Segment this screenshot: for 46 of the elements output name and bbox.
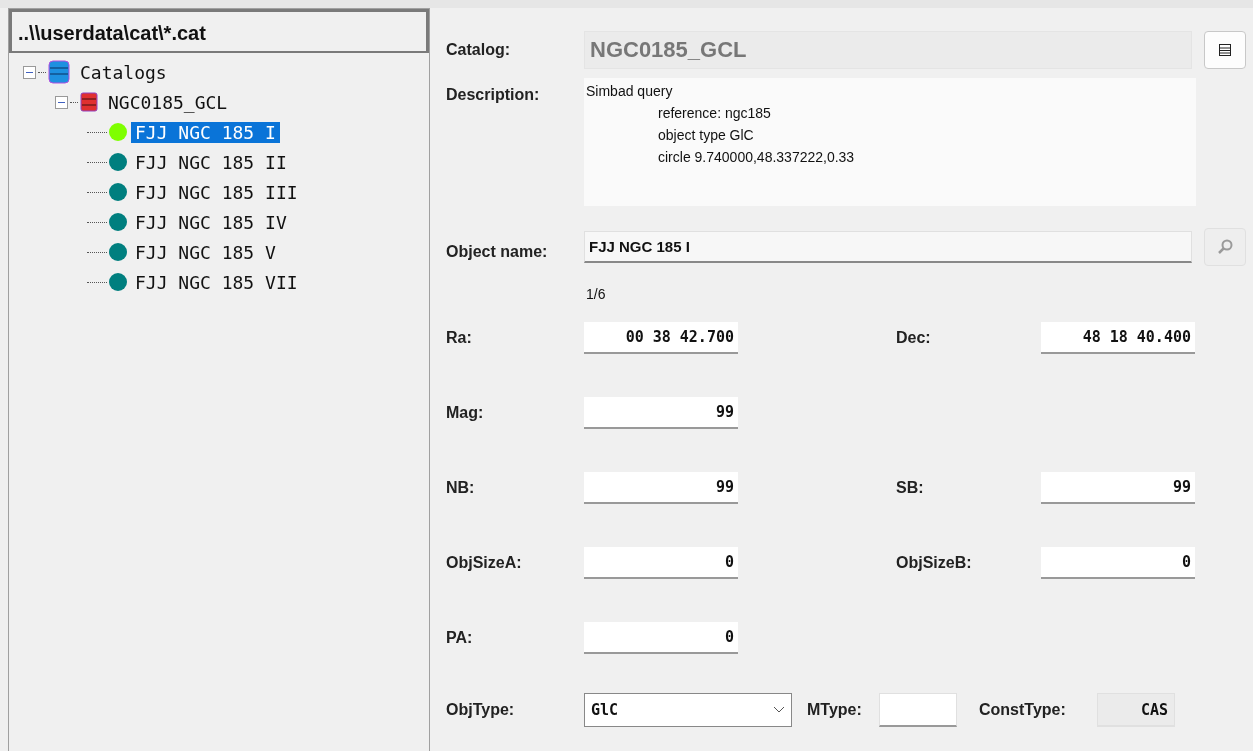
field-label: ObjSizeB: bbox=[896, 553, 973, 572]
number-field[interactable]: 48 18 40.400 bbox=[1041, 321, 1195, 354]
number-field[interactable]: 99 bbox=[584, 396, 738, 429]
database-icon bbox=[48, 60, 70, 84]
search-icon bbox=[1217, 239, 1233, 255]
tree-item[interactable]: Catalogs bbox=[76, 61, 171, 83]
mtype-field[interactable] bbox=[879, 693, 957, 727]
const-type-field: CAS bbox=[1097, 693, 1175, 727]
field-label: MType: bbox=[807, 701, 863, 719]
field-label: Ra: bbox=[446, 328, 473, 347]
record-counter: 1/6 bbox=[586, 286, 606, 302]
field-label: Mag: bbox=[446, 403, 485, 422]
path-header: ..\\userdata\cat\*.cat bbox=[9, 9, 429, 53]
field-label: SB: bbox=[896, 478, 925, 497]
list-button[interactable] bbox=[1204, 31, 1246, 69]
table-icon bbox=[80, 92, 98, 112]
tree-item[interactable]: FJJ NGC 185 VII bbox=[131, 271, 302, 293]
collapse-toggle[interactable] bbox=[55, 95, 68, 109]
number-field[interactable]: 99 bbox=[584, 471, 738, 504]
field-label: ObjType: bbox=[446, 701, 516, 719]
field-label: ObjSizeA: bbox=[446, 553, 523, 572]
number-field[interactable]: 0 bbox=[584, 621, 738, 654]
number-field[interactable]: 00 38 42.700 bbox=[584, 321, 738, 354]
field-label: PA: bbox=[446, 628, 474, 647]
description-text[interactable]: Simbad query reference: ngc185 object type GlC circle 9.740000,48.337222,0.33 bbox=[584, 78, 1196, 206]
catalog-field: NGC0185_GCL bbox=[584, 31, 1192, 69]
tree-item[interactable]: NGC0185_GCL bbox=[104, 91, 232, 113]
field-label: NB: bbox=[446, 478, 476, 497]
number-field[interactable]: 0 bbox=[1041, 546, 1195, 579]
tree-item[interactable]: FJJ NGC 185 V bbox=[131, 241, 280, 263]
field-label: ConstType: bbox=[979, 701, 1067, 719]
field-label: Dec: bbox=[896, 328, 932, 347]
field-label: Catalog: bbox=[446, 41, 511, 59]
tree-item[interactable]: FJJ NGC 185 II bbox=[131, 151, 291, 173]
tree-item[interactable]: FJJ NGC 185 I bbox=[131, 121, 280, 143]
number-field[interactable]: 0 bbox=[584, 546, 738, 579]
field-label: Description: bbox=[446, 86, 541, 104]
field-label: Object name: bbox=[446, 243, 549, 261]
list-icon bbox=[1219, 44, 1231, 56]
tree-item[interactable]: FJJ NGC 185 IV bbox=[131, 211, 291, 233]
number-field[interactable]: 99 bbox=[1041, 471, 1195, 504]
chevron-down-icon bbox=[773, 706, 785, 714]
collapse-toggle[interactable] bbox=[23, 65, 36, 79]
object-name-field[interactable]: FJJ NGC 185 I bbox=[584, 231, 1192, 263]
type-dropdown[interactable]: GlC bbox=[584, 693, 792, 727]
tree-item[interactable]: FJJ NGC 185 III bbox=[131, 181, 302, 203]
